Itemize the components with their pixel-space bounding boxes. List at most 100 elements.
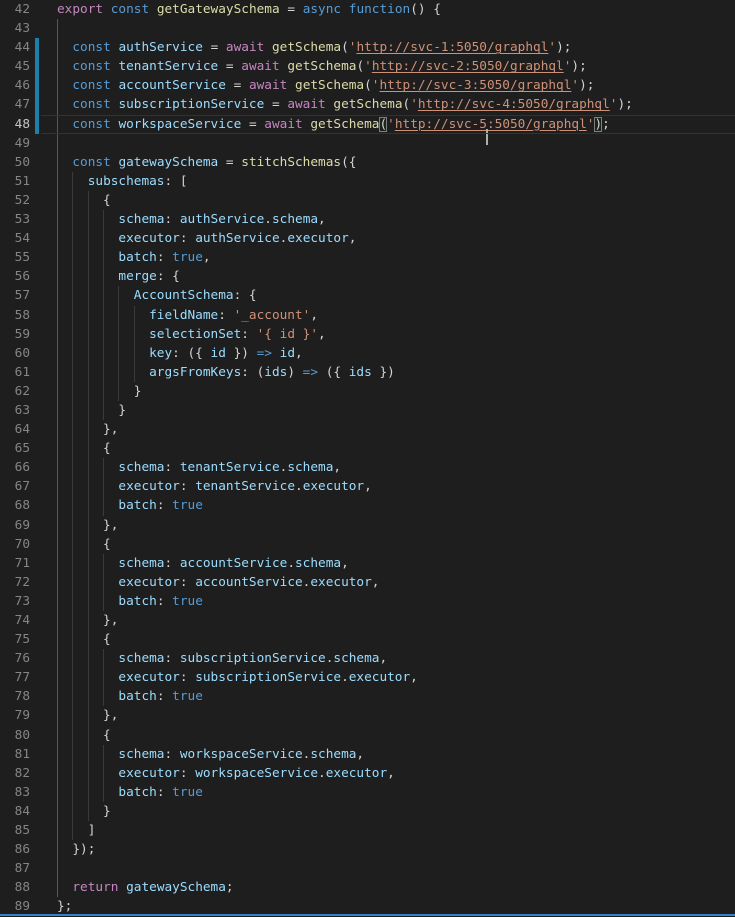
code-content[interactable]: batch: true, bbox=[41, 248, 735, 267]
code-line[interactable]: 74 }, bbox=[0, 611, 735, 630]
code-content[interactable]: { bbox=[41, 439, 735, 458]
code-content[interactable]: }, bbox=[41, 706, 735, 725]
code-line[interactable]: 65 { bbox=[0, 439, 735, 458]
url-link[interactable]: http://svc-5 bbox=[395, 117, 487, 132]
line-number[interactable]: 67 bbox=[0, 477, 30, 496]
code-line[interactable]: 84 } bbox=[0, 802, 735, 821]
code-content[interactable]: batch: true bbox=[41, 592, 735, 611]
line-number[interactable]: 71 bbox=[0, 554, 30, 573]
code-line[interactable]: 55 batch: true, bbox=[0, 248, 735, 267]
line-number[interactable]: 50 bbox=[0, 153, 30, 172]
code-content[interactable]: selectionSet: '{ id }', bbox=[41, 325, 735, 344]
line-number[interactable]: 85 bbox=[0, 821, 30, 840]
code-line[interactable]: 78 batch: true bbox=[0, 687, 735, 706]
code-line[interactable]: 54 executor: authService.executor, bbox=[0, 229, 735, 248]
git-modified-indicator[interactable] bbox=[35, 115, 39, 134]
line-number[interactable]: 87 bbox=[0, 859, 30, 878]
code-content[interactable]: { bbox=[41, 535, 735, 554]
code-line[interactable]: 83 batch: true bbox=[0, 783, 735, 802]
code-content[interactable]: }, bbox=[41, 611, 735, 630]
code-content[interactable]: }); bbox=[41, 840, 735, 859]
line-number[interactable]: 81 bbox=[0, 745, 30, 764]
code-line[interactable]: 81 schema: workspaceService.schema, bbox=[0, 745, 735, 764]
code-line[interactable]: 44 const authService = await getSchema('… bbox=[0, 38, 735, 57]
line-number[interactable]: 45 bbox=[0, 57, 30, 76]
code-content[interactable]: batch: true bbox=[41, 783, 735, 802]
code-content[interactable]: executor: accountService.executor, bbox=[41, 573, 735, 592]
code-line[interactable]: 52 { bbox=[0, 191, 735, 210]
url-link[interactable]: http://svc-1:5050/graphql bbox=[356, 40, 548, 55]
line-number[interactable]: 82 bbox=[0, 764, 30, 783]
code-line[interactable]: 70 { bbox=[0, 535, 735, 554]
code-line[interactable]: 85 ] bbox=[0, 821, 735, 840]
line-number[interactable]: 66 bbox=[0, 458, 30, 477]
git-modified-indicator[interactable] bbox=[35, 76, 39, 95]
line-number[interactable]: 84 bbox=[0, 802, 30, 821]
code-line[interactable]: 62 } bbox=[0, 382, 735, 401]
code-content[interactable]: key: ({ id }) => id, bbox=[41, 344, 735, 363]
code-content[interactable]: schema: authService.schema, bbox=[41, 210, 735, 229]
code-content[interactable]: subschemas: [ bbox=[41, 172, 735, 191]
code-content[interactable]: fieldName: '_account', bbox=[41, 306, 735, 325]
line-number[interactable]: 59 bbox=[0, 325, 30, 344]
line-number[interactable]: 65 bbox=[0, 439, 30, 458]
code-line[interactable]: 79 }, bbox=[0, 706, 735, 725]
code-content[interactable]: schema: tenantService.schema, bbox=[41, 458, 735, 477]
line-number[interactable]: 70 bbox=[0, 535, 30, 554]
code-line[interactable]: 53 schema: authService.schema, bbox=[0, 210, 735, 229]
line-number[interactable]: 42 bbox=[0, 0, 30, 19]
code-line[interactable]: 68 batch: true bbox=[0, 496, 735, 515]
code-content[interactable] bbox=[41, 134, 735, 153]
code-line[interactable]: 75 { bbox=[0, 630, 735, 649]
code-content[interactable]: executor: authService.executor, bbox=[41, 229, 735, 248]
code-line[interactable]: 43 bbox=[0, 19, 735, 38]
code-line[interactable]: 46 const accountService = await getSchem… bbox=[0, 76, 735, 95]
line-number[interactable]: 49 bbox=[0, 134, 30, 153]
code-line[interactable]: 67 executor: tenantService.executor, bbox=[0, 477, 735, 496]
url-link[interactable]: http://svc-4:5050/graphql bbox=[418, 97, 610, 112]
line-number[interactable]: 60 bbox=[0, 344, 30, 363]
code-line[interactable]: 87 bbox=[0, 859, 735, 878]
code-content[interactable]: batch: true bbox=[41, 687, 735, 706]
code-content[interactable]: batch: true bbox=[41, 496, 735, 515]
code-line[interactable]: 61 argsFromKeys: (ids) => ({ ids }) bbox=[0, 363, 735, 382]
line-number[interactable]: 53 bbox=[0, 210, 30, 229]
line-number[interactable]: 57 bbox=[0, 286, 30, 305]
code-content[interactable]: merge: { bbox=[41, 267, 735, 286]
line-number[interactable]: 75 bbox=[0, 630, 30, 649]
line-number[interactable]: 88 bbox=[0, 878, 30, 897]
git-modified-indicator[interactable] bbox=[35, 95, 39, 114]
code-content[interactable]: { bbox=[41, 191, 735, 210]
code-content[interactable]: const workspaceService = await getSchema… bbox=[41, 115, 735, 134]
git-modified-indicator[interactable] bbox=[35, 38, 39, 57]
code-content[interactable]: } bbox=[41, 802, 735, 821]
line-number[interactable]: 43 bbox=[0, 19, 30, 38]
code-line[interactable]: 49 bbox=[0, 134, 735, 153]
code-content[interactable]: AccountSchema: { bbox=[41, 286, 735, 305]
code-content[interactable]: const authService = await getSchema('htt… bbox=[41, 38, 735, 57]
code-line[interactable]: 47 const subscriptionService = await get… bbox=[0, 95, 735, 114]
code-line[interactable]: 42export const getGatewaySchema = async … bbox=[0, 0, 735, 19]
line-number[interactable]: 58 bbox=[0, 306, 30, 325]
line-number[interactable]: 46 bbox=[0, 76, 30, 95]
code-content[interactable]: { bbox=[41, 630, 735, 649]
code-line[interactable]: 48 const workspaceService = await getSch… bbox=[0, 115, 735, 134]
code-line[interactable]: 86 }); bbox=[0, 840, 735, 859]
line-number[interactable]: 62 bbox=[0, 382, 30, 401]
code-line[interactable]: 82 executor: workspaceService.executor, bbox=[0, 764, 735, 783]
panel-sash[interactable] bbox=[0, 914, 735, 917]
code-line[interactable]: 88 return gatewaySchema; bbox=[0, 878, 735, 897]
code-content[interactable]: executor: tenantService.executor, bbox=[41, 477, 735, 496]
code-line[interactable]: 66 schema: tenantService.schema, bbox=[0, 458, 735, 477]
line-number[interactable]: 48 bbox=[0, 115, 30, 134]
code-line[interactable]: 71 schema: accountService.schema, bbox=[0, 554, 735, 573]
url-link[interactable]: http://svc-2:5050/graphql bbox=[372, 59, 564, 74]
code-line[interactable]: 64 }, bbox=[0, 420, 735, 439]
code-line[interactable]: 45 const tenantService = await getSchema… bbox=[0, 57, 735, 76]
line-number[interactable]: 56 bbox=[0, 267, 30, 286]
code-content[interactable]: const subscriptionService = await getSch… bbox=[41, 95, 735, 114]
code-content[interactable]: executor: workspaceService.executor, bbox=[41, 764, 735, 783]
line-number[interactable]: 44 bbox=[0, 38, 30, 57]
code-line[interactable]: 58 fieldName: '_account', bbox=[0, 306, 735, 325]
code-content[interactable]: schema: workspaceService.schema, bbox=[41, 745, 735, 764]
